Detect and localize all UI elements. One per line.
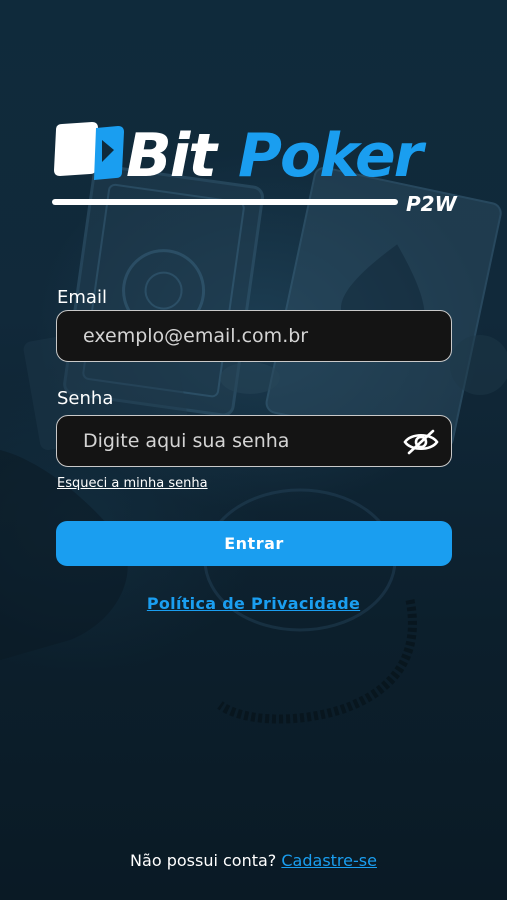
password-field-container bbox=[56, 415, 452, 467]
login-screen: Bit Poker P2W Email Senha Esqueci a minh… bbox=[0, 0, 507, 900]
email-label: Email bbox=[57, 287, 107, 308]
logo-icon bbox=[54, 122, 124, 180]
bitpoker-logo: Bit Poker P2W bbox=[52, 121, 458, 216]
signup-row: Não possui conta? Cadastre-se bbox=[0, 851, 507, 870]
signup-prompt: Não possui conta? bbox=[130, 851, 282, 870]
forgot-password-link[interactable]: Esqueci a minha senha bbox=[57, 476, 208, 491]
eye-off-icon[interactable] bbox=[403, 428, 439, 456]
logo-underline bbox=[52, 199, 398, 205]
logo-text-bit: Bit bbox=[126, 121, 219, 191]
logo-tagline: P2W bbox=[406, 192, 458, 216]
signup-link[interactable]: Cadastre-se bbox=[281, 851, 377, 870]
privacy-policy-link[interactable]: Política de Privacidade bbox=[147, 594, 360, 613]
email-field-container bbox=[56, 310, 452, 362]
password-label: Senha bbox=[57, 388, 114, 409]
login-button[interactable]: Entrar bbox=[56, 521, 452, 566]
email-input[interactable] bbox=[57, 311, 451, 361]
password-input[interactable] bbox=[57, 416, 451, 466]
logo-text-poker: Poker bbox=[238, 121, 427, 191]
privacy-policy-row: Política de Privacidade bbox=[0, 594, 507, 613]
